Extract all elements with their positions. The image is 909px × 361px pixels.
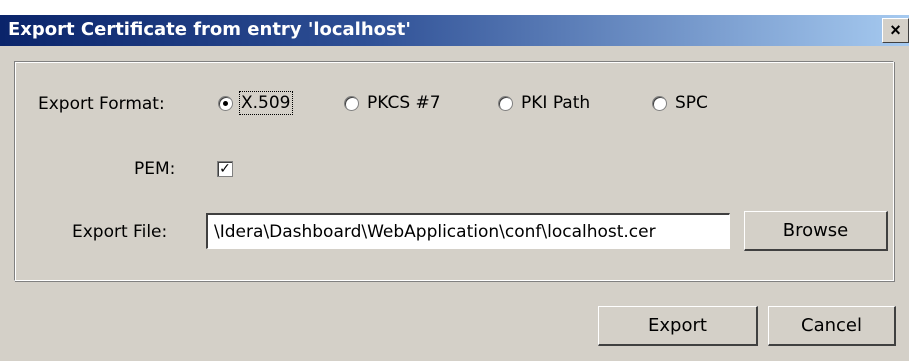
pem-label: PEM: <box>134 159 176 179</box>
export-certificate-dialog: Export Certificate from entry 'localhost… <box>0 15 909 361</box>
window-title: Export Certificate from entry 'localhost… <box>8 19 411 40</box>
format-option-pkcs7[interactable]: PKCS #7 <box>344 93 441 113</box>
format-option-label: PKI Path <box>521 93 591 113</box>
title-bar[interactable]: Export Certificate from entry 'localhost… <box>0 15 909 46</box>
export-file-input[interactable]: \Idera\Dashboard\WebApplication\conf\loc… <box>206 213 730 249</box>
pem-checkbox[interactable]: ✓ <box>217 161 233 177</box>
format-option-label: PKCS #7 <box>367 93 441 113</box>
format-option-label: SPC <box>675 93 708 113</box>
radio-button-pkcs7[interactable] <box>344 95 359 111</box>
format-option-x509[interactable]: X.509 <box>218 91 293 115</box>
export-file-label: Export File: <box>72 222 168 242</box>
radio-button-pki-path[interactable] <box>498 95 513 111</box>
export-format-label: Export Format: <box>38 94 165 114</box>
radio-button-spc[interactable] <box>652 95 667 111</box>
format-option-label: X.509 <box>239 91 293 115</box>
format-option-spc[interactable]: SPC <box>652 93 708 113</box>
close-button[interactable]: × <box>882 18 909 43</box>
cancel-button[interactable]: Cancel <box>768 306 896 346</box>
export-button[interactable]: Export <box>598 306 758 346</box>
format-option-pki-path[interactable]: PKI Path <box>498 93 590 113</box>
browse-button[interactable]: Browse <box>744 211 888 251</box>
radio-button-x509[interactable] <box>218 95 233 111</box>
